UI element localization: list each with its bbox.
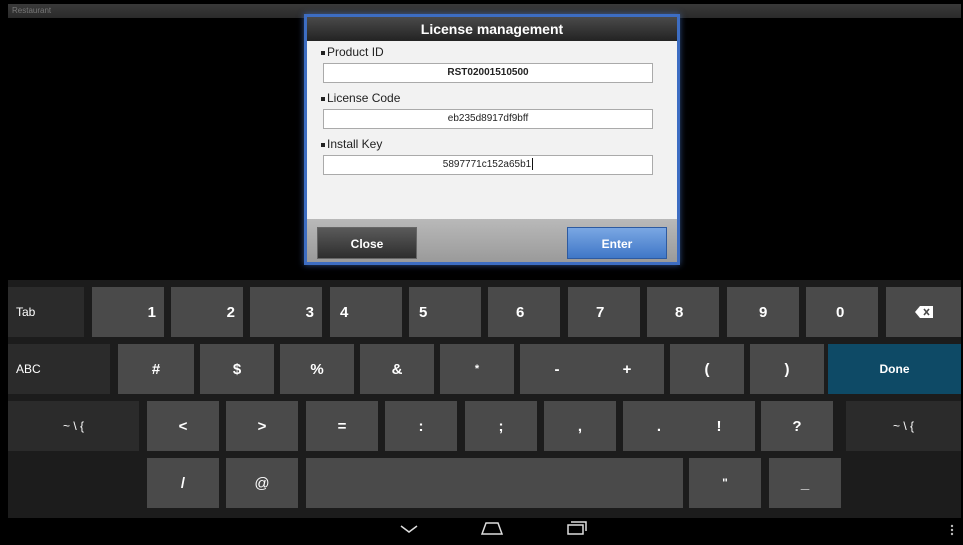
key-quote[interactable]: ": [689, 458, 761, 508]
key-percent[interactable]: %: [280, 344, 354, 394]
dialog-footer: Close Enter: [307, 219, 677, 262]
key-4[interactable]: 4: [330, 287, 402, 337]
license-dialog: License management Product ID RST0200151…: [304, 14, 680, 265]
menu-icon[interactable]: [950, 524, 954, 536]
key-close-paren[interactable]: ): [750, 344, 824, 394]
key-underscore[interactable]: _: [769, 458, 841, 508]
key-3[interactable]: 3: [250, 287, 322, 337]
key-2[interactable]: 2: [171, 287, 243, 337]
key-colon[interactable]: :: [385, 401, 457, 451]
bullet-icon: [321, 96, 325, 101]
recent-apps-icon[interactable]: [567, 521, 587, 535]
backspace-icon: [914, 306, 933, 318]
license-code-label: License Code: [321, 91, 400, 105]
key-9[interactable]: 9: [727, 287, 799, 337]
close-button[interactable]: Close: [317, 227, 417, 259]
key-semicolon[interactable]: ;: [465, 401, 537, 451]
bullet-icon: [321, 142, 325, 147]
key-at[interactable]: @: [226, 458, 298, 508]
enter-button[interactable]: Enter: [567, 227, 667, 259]
key-backspace[interactable]: [886, 287, 961, 337]
product-id-field[interactable]: RST02001510500: [323, 63, 653, 83]
bullet-icon: [321, 50, 325, 55]
key-7[interactable]: 7: [568, 287, 640, 337]
key-equals[interactable]: =: [306, 401, 378, 451]
install-key-field[interactable]: 5897771c152a65b1: [323, 155, 653, 175]
key-question[interactable]: ?: [761, 401, 833, 451]
key-0[interactable]: 0: [806, 287, 878, 337]
key-open-paren[interactable]: (: [670, 344, 744, 394]
key-6[interactable]: 6: [488, 287, 560, 337]
dialog-body: Product ID RST02001510500 License Code e…: [307, 41, 677, 219]
key-minus[interactable]: -: [520, 344, 594, 394]
key-comma[interactable]: ,: [544, 401, 616, 451]
key-5[interactable]: 5: [409, 287, 481, 337]
key-done[interactable]: Done: [828, 344, 961, 394]
app-window: Restaurant License management Product ID…: [8, 4, 961, 540]
text-caret: [532, 158, 534, 171]
key-less-than[interactable]: <: [147, 401, 219, 451]
key-asterisk[interactable]: *: [440, 344, 514, 394]
key-plus[interactable]: +: [590, 344, 664, 394]
key-space[interactable]: [306, 458, 683, 508]
key-hash[interactable]: #: [118, 344, 194, 394]
key-greater-than[interactable]: >: [226, 401, 298, 451]
soft-keyboard: Tab 1 2 3 4 5 6 7 8 9 0 ABC # $ % & * - …: [8, 280, 961, 540]
key-8[interactable]: 8: [647, 287, 719, 337]
install-key-label: Install Key: [321, 137, 382, 151]
key-tab[interactable]: Tab: [8, 287, 84, 337]
key-abc[interactable]: ABC: [8, 344, 110, 394]
key-ampersand[interactable]: &: [360, 344, 434, 394]
key-exclamation[interactable]: !: [683, 401, 755, 451]
dialog-title: License management: [307, 17, 677, 41]
key-slash[interactable]: /: [147, 458, 219, 508]
key-symbols-left[interactable]: ~ \ {: [8, 401, 139, 451]
system-navigation-bar: [8, 518, 961, 540]
key-symbols-right[interactable]: ~ \ {: [846, 401, 961, 451]
chevron-down-icon[interactable]: [400, 525, 418, 533]
key-dollar[interactable]: $: [200, 344, 274, 394]
key-1[interactable]: 1: [92, 287, 164, 337]
product-id-label: Product ID: [321, 45, 384, 59]
license-code-field[interactable]: eb235d8917df9bff: [323, 109, 653, 129]
home-icon[interactable]: [480, 521, 504, 535]
